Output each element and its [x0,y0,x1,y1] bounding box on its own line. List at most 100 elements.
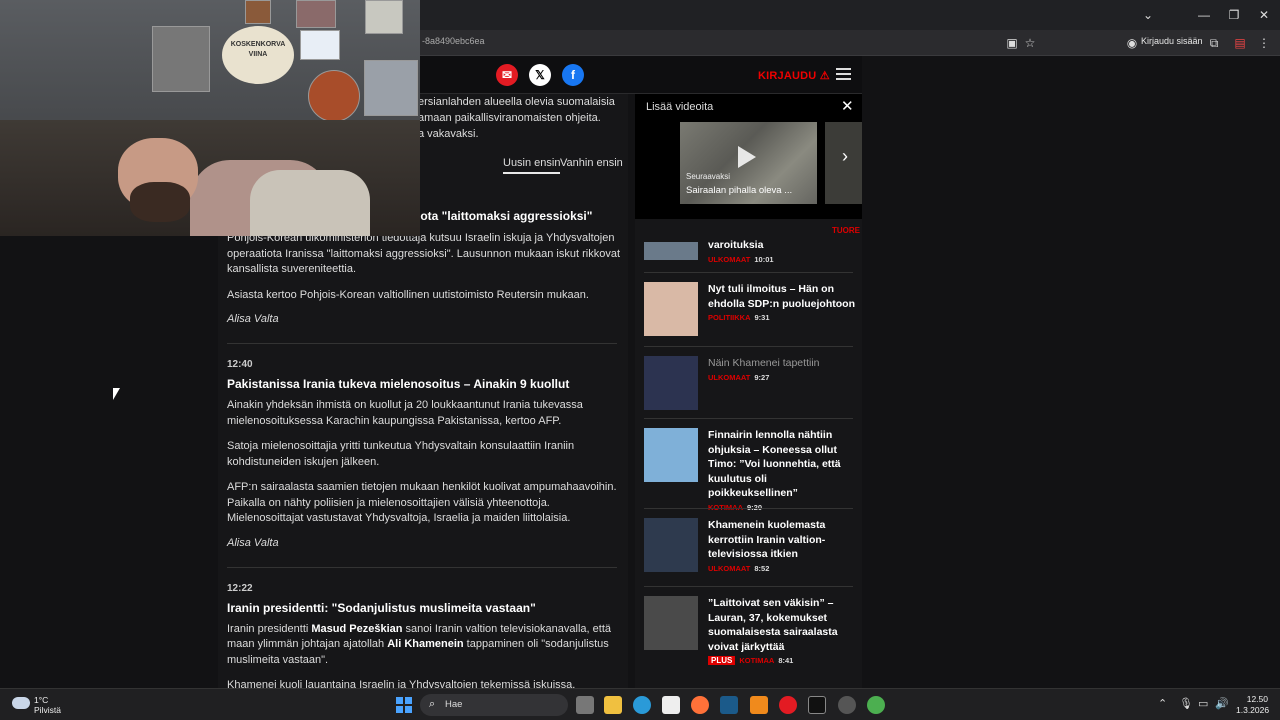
task-view-icon[interactable] [576,696,594,714]
search-placeholder: Hae [445,699,463,710]
clock-time: 12.50 [1246,694,1268,704]
volume-icon[interactable]: 🔊 [1215,697,1229,710]
news-time: 8:41 [778,656,794,665]
entry-paragraph: Asiasta kertoo Pohjois-Korean valtiollin… [227,288,589,301]
login-label: KIRJAUDU [758,70,817,82]
news-title[interactable]: varoituksia [708,238,856,253]
news-separator [644,418,853,419]
tray-overflow-icon[interactable]: ⌃ [1158,697,1167,710]
entry-title[interactable]: Pakistanissa Irania tukeva mielenosoitus… [227,377,622,391]
close-window-button[interactable]: ✕ [1254,6,1274,24]
news-category[interactable]: KOTIMAA [708,503,743,512]
news-category[interactable]: ULKOMAAT [708,255,750,264]
store-icon[interactable] [662,696,680,714]
entry-author: Alisa Valta [227,313,279,325]
browser-menu-icon[interactable]: ⋮ [1256,35,1272,51]
sidebar: Lisää videoita ✕ Seuraavaksi Sairaalan p… [635,94,862,688]
bookmark-star-icon[interactable]: ☆ [1022,35,1038,51]
news-thumbnail[interactable] [644,428,698,482]
entry-title[interactable]: Iranin presidentti: "Sodanjulistus musli… [227,601,622,615]
clock-date: 1.3.2026 [1236,705,1270,715]
system-clock[interactable]: 12.50 1.3.2026 [1236,694,1270,716]
video-caption: Sairaalan pihalla oleva ... [686,185,793,196]
poster-image [296,0,336,28]
extensions-icon[interactable]: ⧉ [1206,35,1222,51]
entry-paragraph: Pohjois-Korean ulkoministeriön tiedottaj… [227,232,621,275]
login-link[interactable]: KIRJAUDU ⚠ [758,69,830,82]
article-intro: ersianlahden alueella olevia suomalaisia… [418,94,628,142]
file-explorer-icon[interactable] [604,696,622,714]
news-title[interactable]: Finnairin lennolla nähtiin ohjuksia – Ko… [708,428,856,501]
news-thumbnail[interactable] [644,242,698,260]
video-heading: Lisää videoita [646,101,714,113]
tab-list-icon[interactable]: ⌄ [1138,6,1158,24]
news-title[interactable]: Khamenein kuolemasta kerrottiin Iranin v… [708,518,856,562]
extension-badge-icon[interactable]: ▤ [1232,35,1248,51]
news-title[interactable]: Nyt tuli ilmoitus – Hän on ehdolla SDP:n… [708,282,856,311]
firefox-icon[interactable] [691,696,709,714]
entry-divider [227,343,617,344]
steam-icon[interactable] [720,696,738,714]
entry-paragraph: AFP:n sairaalasta saamien tietojen mukaa… [227,481,617,524]
close-icon[interactable]: ✕ [841,97,854,115]
taskbar-search[interactable]: ⌕ Hae [420,694,568,716]
webcam-towel [250,170,370,236]
vlc-icon[interactable] [750,696,768,714]
news-time: 8:52 [754,563,770,573]
video-thumbnail[interactable]: Seuraavaksi Sairaalan pihalla oleva ... [680,122,817,204]
cloud-icon [12,697,30,709]
poster-image [364,60,418,116]
sort-newest-tab[interactable]: Uusin ensin [503,157,561,174]
news-title[interactable]: ”Laittoivat sen väkisin” – Lauran, 37, k… [708,596,856,654]
entry-author: Alisa Valta [227,536,279,549]
url-field[interactable]: -8a8490ebc6ea [422,36,485,46]
entry-time: 12:22 [227,582,253,594]
news-thumbnail[interactable] [644,356,698,410]
user-icon: ⚠ [819,70,830,82]
news-separator [644,272,853,273]
minimize-button[interactable]: — [1194,6,1214,24]
news-category[interactable]: ULKOMAAT [708,564,750,573]
news-time: 9:31 [754,313,770,322]
news-thumbnail[interactable] [644,518,698,572]
taskbar: 1°C Pilvistä ⌕ Hae ⌃ 🎙 ▭ 🔊 12.50 1.3.202… [0,688,1280,720]
restore-button[interactable]: ❐ [1224,6,1244,24]
latest-label: TUORE [832,226,860,235]
terminal-icon[interactable] [808,696,826,714]
profile-icon[interactable]: ◉ [1124,35,1140,51]
poster-image [365,0,403,34]
news-category[interactable]: POLITIIKKA [708,313,751,322]
opera-icon[interactable] [779,696,797,714]
weather-temp: 1°C [34,695,49,705]
play-icon[interactable] [738,146,756,168]
start-button[interactable] [396,697,412,713]
chevron-right-icon[interactable]: › [842,146,848,167]
mail-share-icon[interactable]: ✉ [496,64,518,86]
entry-time: 12:40 [227,359,253,370]
news-title[interactable]: Näin Khamenei tapettiin [708,356,856,371]
plate-image [308,70,360,122]
microphone-icon[interactable]: 🎙 [1179,697,1193,710]
news-thumbnail[interactable] [644,596,698,650]
intro-line: ersianlahden alueella olevia suomalaisia [418,96,615,108]
x-share-icon[interactable]: 𝕏 [529,64,551,86]
install-app-icon[interactable]: ▣ [1004,35,1020,51]
poster-image [245,0,271,24]
signin-button[interactable]: Kirjaudu sisään [1141,36,1203,46]
news-separator [644,346,853,347]
weather-condition: Pilvistä [34,705,61,715]
edge-icon[interactable] [633,696,651,714]
news-text: varoituksia ULKOMAAT 10:01 [708,238,856,264]
news-category[interactable]: KOTIMAA [739,656,774,665]
obs-icon[interactable] [838,696,856,714]
entry-paragraph: Satoja mielenosoittajia yritti tunkeutua… [227,440,575,468]
news-category[interactable]: ULKOMAAT [708,373,750,382]
network-icon[interactable]: ▭ [1198,697,1208,710]
utorrent-icon[interactable] [867,696,885,714]
hamburger-menu-icon[interactable] [836,68,851,81]
sort-oldest-tab[interactable]: Vanhin ensin [560,157,623,169]
facebook-share-icon[interactable]: f [562,64,584,86]
news-thumbnail[interactable] [644,282,698,336]
news-meta: ULKOMAAT 9:27 [708,373,856,382]
news-text: Khamenein kuolemasta kerrottiin Iranin v… [708,518,856,573]
